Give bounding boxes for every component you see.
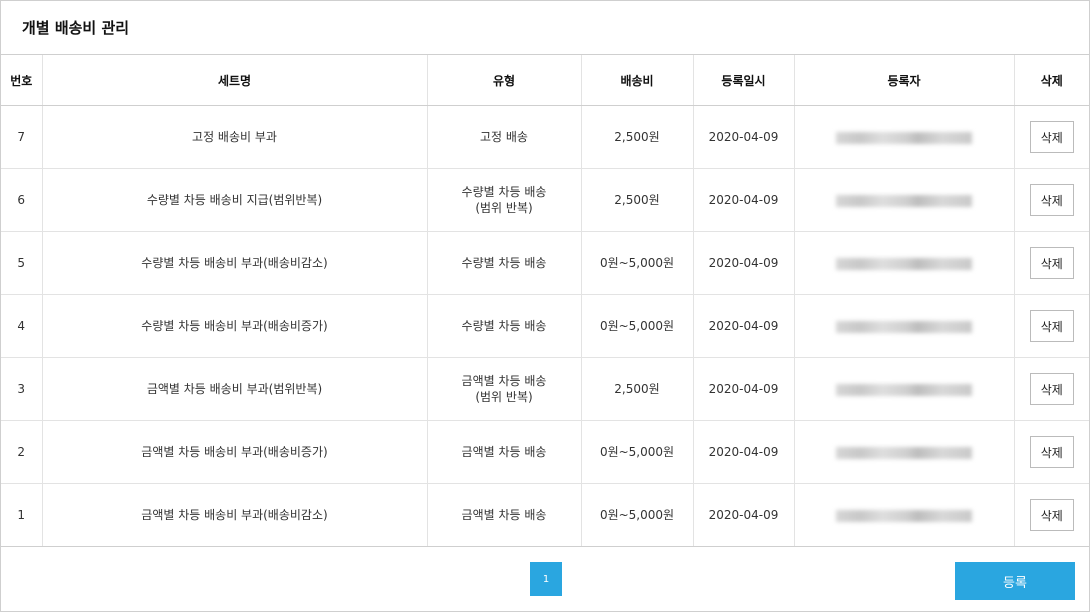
table-footer: 1 등록 [1,547,1089,611]
row-type-line2: (범위 반복) [475,390,533,404]
delete-button[interactable]: 삭제 [1029,247,1074,279]
row-type-line2: (범위 반복) [475,201,533,215]
row-set-name: 금액별 차등 배송비 부과(배송비감소) [42,483,428,547]
row-no: 5 [1,231,43,295]
shipping-fee-panel: 개별 배송비 관리 번호 세트명 유형 배송비 등록일시 등록자 삭제 7 고정… [0,0,1090,612]
row-type-line1: 금액별 차등 배송 [461,445,547,459]
row-type: 금액별 차등 배송 (범위 반복) [427,357,582,421]
col-header-set-name: 세트명 [42,55,428,106]
row-registrant [794,105,1015,169]
table-row: 6 수량별 차등 배송비 지급(범위반복) 수량별 차등 배송 (범위 반복) 2… [1,168,1089,232]
page-title: 개별 배송비 관리 [1,1,1089,55]
row-no: 6 [1,168,43,232]
table-row: 3 금액별 차등 배송비 부과(범위반복) 금액별 차등 배송 (범위 반복) 2… [1,357,1089,421]
delete-button[interactable]: 삭제 [1029,499,1074,531]
row-date: 2020-04-09 [693,357,795,421]
col-header-no: 번호 [1,55,43,106]
row-date: 2020-04-09 [693,294,795,358]
row-no: 4 [1,294,43,358]
row-type-line1: 수량별 차등 배송 [461,256,547,270]
row-set-name: 금액별 차등 배송비 부과(범위반복) [42,357,428,421]
delete-button[interactable]: 삭제 [1029,373,1074,405]
row-registrant [794,231,1015,295]
row-delete-cell: 삭제 [1014,231,1089,295]
row-set-name: 금액별 차등 배송비 부과(배송비증가) [42,420,428,484]
delete-button[interactable]: 삭제 [1029,310,1074,342]
row-fee: 2,500원 [581,168,694,232]
registrant-redacted [836,194,972,207]
row-fee: 2,500원 [581,357,694,421]
delete-button[interactable]: 삭제 [1029,184,1074,216]
row-delete-cell: 삭제 [1014,420,1089,484]
row-date: 2020-04-09 [693,483,795,547]
table-row: 4 수량별 차등 배송비 부과(배송비증가) 수량별 차등 배송 0원~5,00… [1,294,1089,358]
row-delete-cell: 삭제 [1014,168,1089,232]
row-fee: 0원~5,000원 [581,231,694,295]
registrant-redacted [836,320,972,333]
row-fee: 0원~5,000원 [581,483,694,547]
table-header-row: 번호 세트명 유형 배송비 등록일시 등록자 삭제 [1,55,1089,106]
row-type: 금액별 차등 배송 [427,483,582,547]
row-no: 1 [1,483,43,547]
row-set-name: 고정 배송비 부과 [42,105,428,169]
row-registrant [794,483,1015,547]
row-type: 수량별 차등 배송 [427,294,582,358]
row-set-name: 수량별 차등 배송비 부과(배송비증가) [42,294,428,358]
col-header-registrant: 등록자 [794,55,1015,106]
row-registrant [794,420,1015,484]
row-type: 금액별 차등 배송 [427,420,582,484]
row-type: 수량별 차등 배송 (범위 반복) [427,168,582,232]
row-no: 2 [1,420,43,484]
row-type: 수량별 차등 배송 [427,231,582,295]
row-fee: 0원~5,000원 [581,294,694,358]
row-delete-cell: 삭제 [1014,357,1089,421]
row-date: 2020-04-09 [693,168,795,232]
row-fee: 0원~5,000원 [581,420,694,484]
row-delete-cell: 삭제 [1014,105,1089,169]
row-registrant [794,168,1015,232]
row-delete-cell: 삭제 [1014,294,1089,358]
col-header-fee: 배송비 [581,55,694,106]
registrant-redacted [836,131,972,144]
col-header-type: 유형 [427,55,582,106]
row-type: 고정 배송 [427,105,582,169]
table-row: 7 고정 배송비 부과 고정 배송 2,500원 2020-04-09 삭제 [1,105,1089,169]
row-type-line1: 수량별 차등 배송 [461,185,547,199]
row-type-line1: 금액별 차등 배송 [461,374,547,388]
registrant-redacted [836,257,972,270]
register-button[interactable]: 등록 [955,562,1075,600]
row-delete-cell: 삭제 [1014,483,1089,547]
row-date: 2020-04-09 [693,231,795,295]
row-set-name: 수량별 차등 배송비 부과(배송비감소) [42,231,428,295]
row-set-name: 수량별 차등 배송비 지급(범위반복) [42,168,428,232]
row-registrant [794,294,1015,358]
row-date: 2020-04-09 [693,105,795,169]
table-row: 1 금액별 차등 배송비 부과(배송비감소) 금액별 차등 배송 0원~5,00… [1,483,1089,547]
delete-button[interactable]: 삭제 [1029,436,1074,468]
row-type-line1: 수량별 차등 배송 [461,319,547,333]
row-no: 7 [1,105,43,169]
row-date: 2020-04-09 [693,420,795,484]
row-fee: 2,500원 [581,105,694,169]
table-row: 5 수량별 차등 배송비 부과(배송비감소) 수량별 차등 배송 0원~5,00… [1,231,1089,295]
col-header-delete: 삭제 [1014,55,1089,106]
registrant-redacted [836,383,972,396]
row-registrant [794,357,1015,421]
col-header-date: 등록일시 [693,55,795,106]
registrant-redacted [836,509,972,522]
delete-button[interactable]: 삭제 [1029,121,1074,153]
row-no: 3 [1,357,43,421]
table-row: 2 금액별 차등 배송비 부과(배송비증가) 금액별 차등 배송 0원~5,00… [1,420,1089,484]
pagination-page-1[interactable]: 1 [530,562,562,596]
row-type-line1: 금액별 차등 배송 [461,508,547,522]
shipping-fee-table: 번호 세트명 유형 배송비 등록일시 등록자 삭제 7 고정 배송비 부과 고정… [1,55,1089,547]
row-type-line1: 고정 배송 [480,130,528,144]
registrant-redacted [836,446,972,459]
